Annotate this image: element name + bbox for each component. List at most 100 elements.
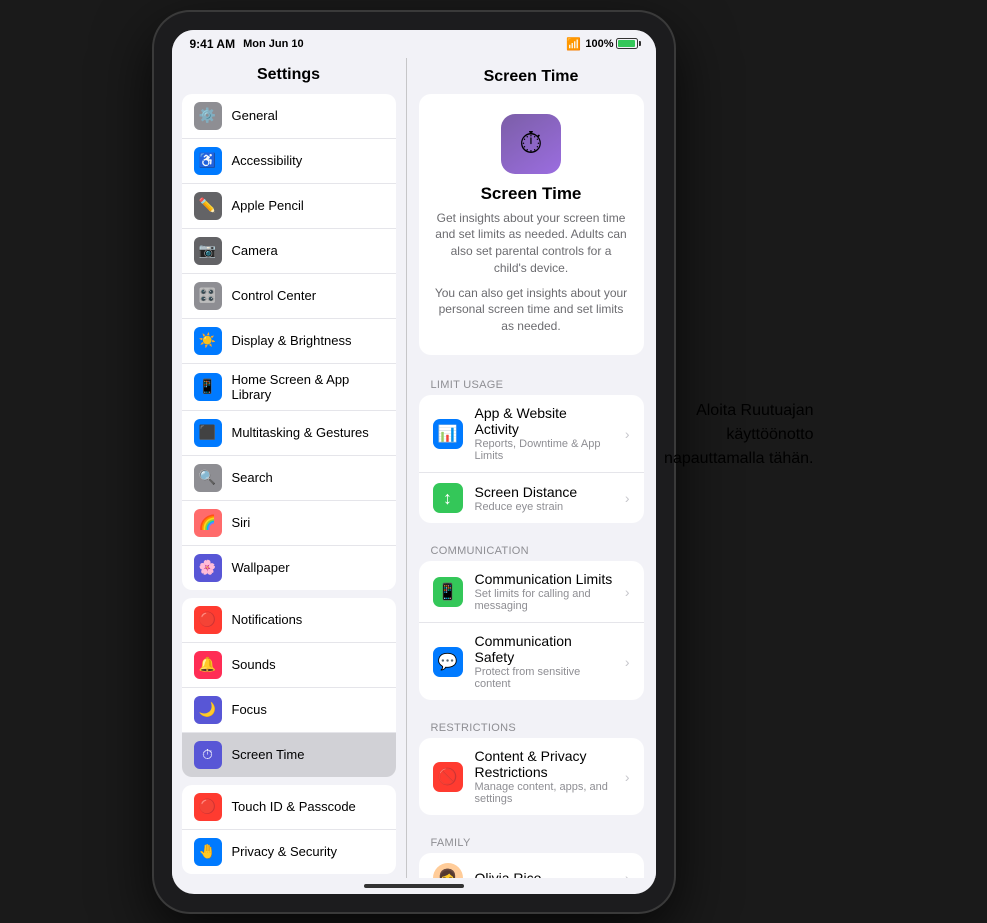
annotation-text: Aloita Ruutuajankäyttöönottonapauttamall… (664, 399, 813, 471)
app-website-activity-title: App & Website Activity (475, 405, 613, 437)
content-privacy-title: Content & Privacy Restrictions (475, 748, 613, 780)
communication-safety-subtitle: Protect from sensitive content (475, 666, 613, 690)
section-label-restrictions: RESTRICTIONS (407, 714, 656, 738)
sidebar-item-display-brightness[interactable]: ☀️ Display & Brightness (182, 319, 396, 364)
settings-item-communication-safety[interactable]: 💬 Communication Safety Protect from sens… (419, 623, 644, 700)
sidebar-label-touch-id: Touch ID & Passcode (232, 799, 356, 814)
app-website-activity-chevron: › (625, 426, 630, 442)
communication-limits-chevron: › (625, 584, 630, 600)
screen-distance-text: Screen Distance Reduce eye strain (475, 484, 613, 513)
sidebar-label-display-brightness: Display & Brightness (232, 333, 352, 348)
touch-id-icon: 🔴 (194, 793, 222, 821)
display-brightness-icon: ☀️ (194, 327, 222, 355)
sidebar-group-1: ⚙️ General ♿ Accessibility ✏️ Apple Penc… (182, 94, 396, 590)
communication-limits-icon: 📱 (433, 577, 463, 607)
sidebar-item-general[interactable]: ⚙️ General (182, 94, 396, 139)
sidebar-item-privacy-security[interactable]: 🤚 Privacy & Security (182, 830, 396, 874)
sidebar-item-focus[interactable]: 🌙 Focus (182, 688, 396, 733)
sidebar-label-camera: Camera (232, 243, 278, 258)
hero-icon: ⏱ (501, 114, 561, 174)
status-bar: 9:41 AM Mon Jun 10 📶 100% (172, 30, 656, 58)
sidebar-item-accessibility[interactable]: ♿ Accessibility (182, 139, 396, 184)
sidebar-label-accessibility: Accessibility (232, 153, 303, 168)
sidebar: Settings ⚙️ General ♿ Accessibility ✏️ (172, 58, 407, 878)
notifications-icon: 🔴 (194, 606, 222, 634)
olivia-text: Olivia Rico (475, 870, 613, 877)
settings-group-restrictions: 🚫 Content & Privacy Restrictions Manage … (419, 738, 644, 815)
status-time: 9:41 AM (190, 37, 236, 51)
sidebar-label-focus: Focus (232, 702, 267, 717)
sidebar-item-siri[interactable]: 🌈 Siri (182, 501, 396, 546)
section-label-communication: COMMUNICATION (407, 537, 656, 561)
settings-group-limit-usage: 📊 App & Website Activity Reports, Downti… (419, 395, 644, 523)
sidebar-item-screen-time[interactable]: ⏱ Screen Time (182, 733, 396, 777)
olivia-avatar: 👩 (433, 863, 463, 877)
sidebar-label-apple-pencil: Apple Pencil (232, 198, 304, 213)
settings-item-olivia-rico[interactable]: 👩 Olivia Rico › (419, 853, 644, 877)
screen-time-sidebar-icon: ⏱ (194, 741, 222, 769)
ipad-frame: 9:41 AM Mon Jun 10 📶 100% (154, 12, 674, 912)
settings-group-family: 👩 Olivia Rico › 🧑 Will Rico › (419, 853, 644, 877)
scene: 9:41 AM Mon Jun 10 📶 100% (154, 12, 834, 912)
sidebar-group-2: 🔴 Notifications 🔔 Sounds 🌙 Focus ⏱ (182, 598, 396, 777)
section-label-limit-usage: LIMIT USAGE (407, 371, 656, 395)
sidebar-item-sounds[interactable]: 🔔 Sounds (182, 643, 396, 688)
sidebar-item-search[interactable]: 🔍 Search (182, 456, 396, 501)
content-privacy-icon: 🚫 (433, 762, 463, 792)
sounds-icon: 🔔 (194, 651, 222, 679)
sidebar-item-control-center[interactable]: 🎛️ Control Center (182, 274, 396, 319)
app-website-activity-text: App & Website Activity Reports, Downtime… (475, 405, 613, 462)
general-icon: ⚙️ (194, 102, 222, 130)
hero-desc-2: You can also get insights about your per… (435, 285, 628, 335)
app-website-activity-icon: 📊 (433, 419, 463, 449)
screen-distance-subtitle: Reduce eye strain (475, 501, 613, 513)
privacy-security-icon: 🤚 (194, 838, 222, 866)
screen-distance-title: Screen Distance (475, 484, 613, 500)
siri-icon: 🌈 (194, 509, 222, 537)
main-content: Settings ⚙️ General ♿ Accessibility ✏️ (172, 58, 656, 878)
hero-card: ⏱ Screen Time Get insights about your sc… (419, 94, 644, 356)
sidebar-item-notifications[interactable]: 🔴 Notifications (182, 598, 396, 643)
app-website-activity-subtitle: Reports, Downtime & App Limits (475, 438, 613, 462)
sidebar-item-multitasking[interactable]: ⬛ Multitasking & Gestures (182, 411, 396, 456)
sidebar-label-siri: Siri (232, 515, 251, 530)
sidebar-item-home-screen[interactable]: 📱 Home Screen & App Library (182, 364, 396, 411)
sidebar-item-apple-pencil[interactable]: ✏️ Apple Pencil (182, 184, 396, 229)
communication-limits-text: Communication Limits Set limits for call… (475, 571, 613, 612)
multitasking-icon: ⬛ (194, 419, 222, 447)
settings-item-app-website-activity[interactable]: 📊 App & Website Activity Reports, Downti… (419, 395, 644, 473)
home-indicator (172, 878, 656, 894)
content-privacy-text: Content & Privacy Restrictions Manage co… (475, 748, 613, 805)
communication-safety-icon: 💬 (433, 647, 463, 677)
communication-limits-title: Communication Limits (475, 571, 613, 587)
communication-safety-chevron: › (625, 654, 630, 670)
settings-item-communication-limits[interactable]: 📱 Communication Limits Set limits for ca… (419, 561, 644, 623)
sidebar-label-wallpaper: Wallpaper (232, 560, 290, 575)
settings-item-screen-distance[interactable]: ↕ Screen Distance Reduce eye strain › (419, 473, 644, 523)
communication-limits-subtitle: Set limits for calling and messaging (475, 588, 613, 612)
sidebar-label-sounds: Sounds (232, 657, 276, 672)
sidebar-item-wallpaper[interactable]: 🌸 Wallpaper (182, 546, 396, 590)
battery-icon (616, 38, 638, 49)
hero-desc-1: Get insights about your screen time and … (435, 210, 628, 277)
sidebar-label-multitasking: Multitasking & Gestures (232, 425, 369, 440)
hero-title: Screen Time (435, 184, 628, 204)
annotation: Aloita Ruutuajankäyttöönottonapauttamall… (664, 399, 813, 471)
sidebar-label-privacy-security: Privacy & Security (232, 844, 337, 859)
annotation-line: Aloita Ruutuajankäyttöönottonapauttamall… (664, 399, 813, 471)
sidebar-item-camera[interactable]: 📷 Camera (182, 229, 396, 274)
panel-header: Screen Time (407, 58, 656, 94)
screen-distance-icon: ↕ (433, 483, 463, 513)
ipad-screen: 9:41 AM Mon Jun 10 📶 100% (172, 30, 656, 894)
home-bar (364, 884, 464, 888)
screen-distance-chevron: › (625, 490, 630, 506)
sidebar-item-touch-id[interactable]: 🔴 Touch ID & Passcode (182, 785, 396, 830)
settings-item-content-privacy[interactable]: 🚫 Content & Privacy Restrictions Manage … (419, 738, 644, 815)
sidebar-label-control-center: Control Center (232, 288, 317, 303)
olivia-chevron: › (625, 870, 630, 877)
sidebar-label-search: Search (232, 470, 273, 485)
status-date: Mon Jun 10 (243, 38, 304, 50)
settings-group-communication: 📱 Communication Limits Set limits for ca… (419, 561, 644, 700)
camera-icon: 📷 (194, 237, 222, 265)
sidebar-label-notifications: Notifications (232, 612, 303, 627)
